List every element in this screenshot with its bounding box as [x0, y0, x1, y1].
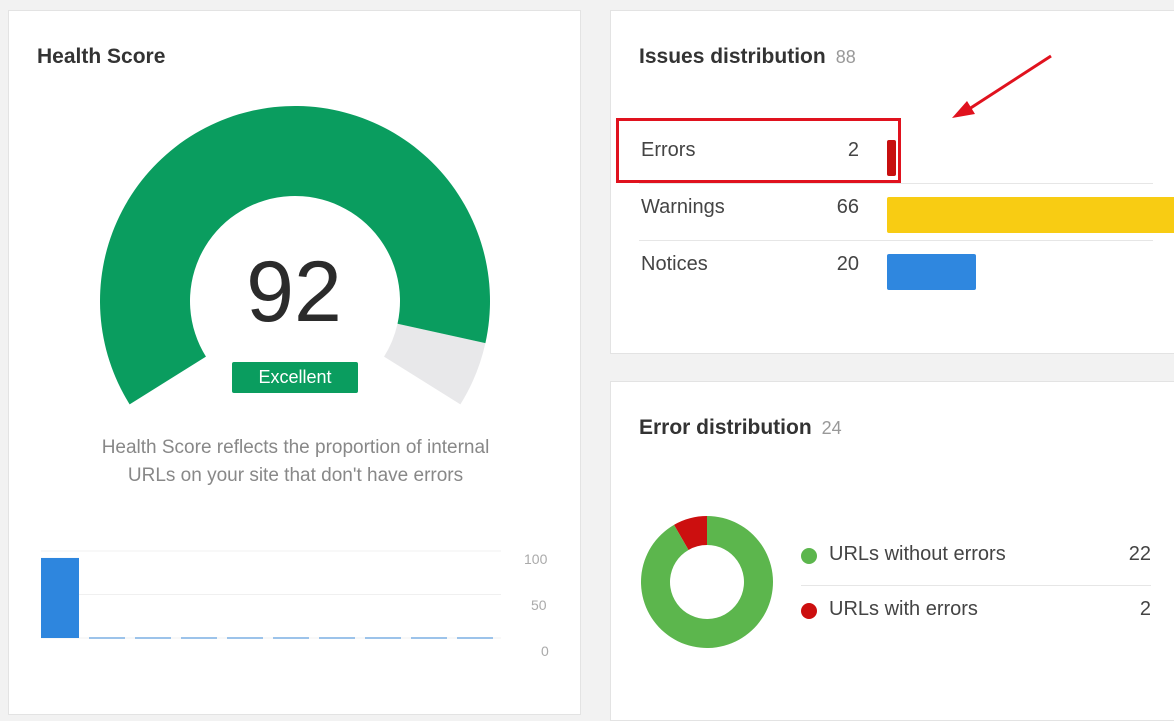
legend-row-with-errors[interactable]: URLs with errors 2	[801, 585, 1151, 640]
legend-label: URLs with errors	[829, 598, 978, 620]
errdist-total-count: 24	[821, 418, 842, 438]
error-distribution-donut	[641, 516, 773, 648]
legend-dot-icon	[801, 603, 817, 619]
error-distribution-title: Error distribution 24	[639, 416, 842, 440]
legend-dot-icon	[801, 548, 817, 564]
error-distribution-card: Error distribution 24 URLs without errors…	[610, 381, 1174, 721]
donut-slice-without-errors	[641, 516, 773, 648]
legend-row-without-errors[interactable]: URLs without errors 22	[801, 531, 1151, 585]
legend-value: 22	[1128, 543, 1151, 565]
legend-label: URLs without errors	[829, 543, 1006, 565]
errdist-title-text: Error distribution	[639, 416, 812, 439]
legend-value: 2	[1139, 598, 1151, 620]
